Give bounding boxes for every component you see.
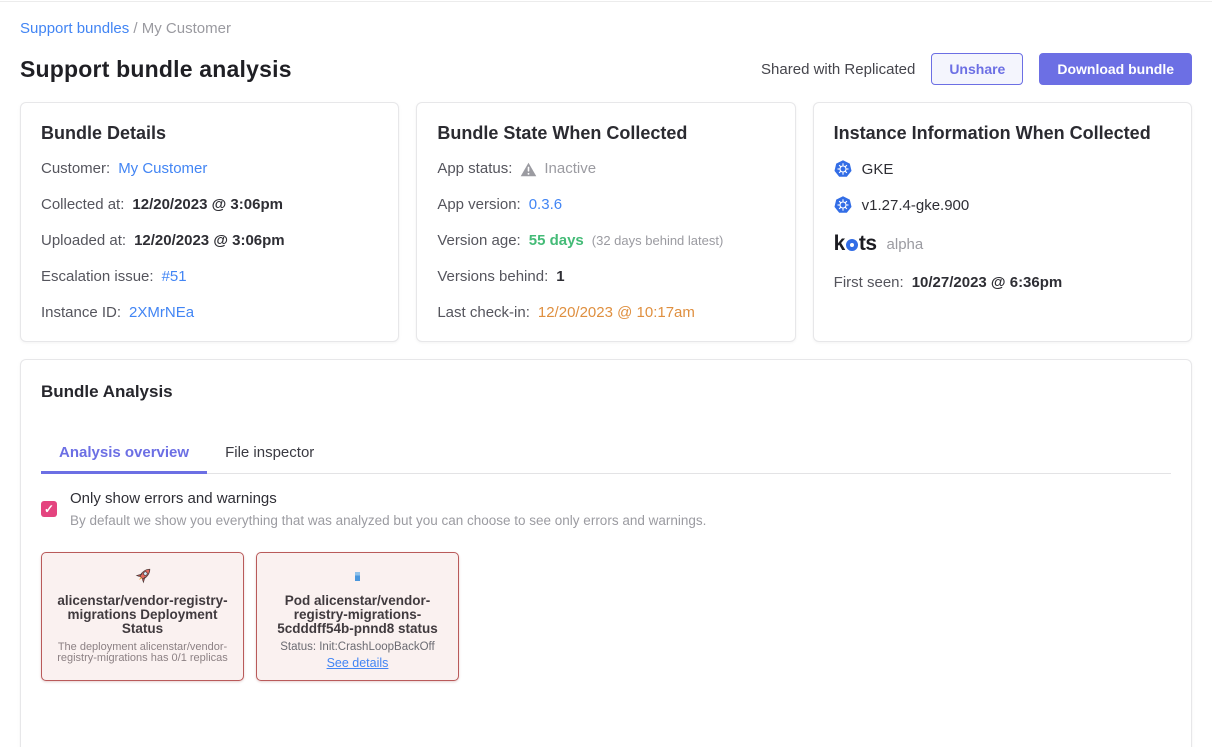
breadcrumb-support-bundles-link[interactable]: Support bundles (20, 20, 129, 37)
pod-status-error-card: Pod alicenstar/vendor-registry-migration… (256, 552, 459, 681)
first-seen-label: First seen: (834, 274, 904, 291)
broken-image-icon (355, 564, 360, 588)
first-seen-row: First seen: 10/27/2023 @ 6:36pm (834, 274, 1171, 291)
escalation-issue-link[interactable]: #51 (162, 268, 187, 285)
versions-behind-value: 1 (556, 268, 564, 285)
breadcrumb-separator: / (133, 20, 137, 37)
unshare-button[interactable]: Unshare (931, 53, 1023, 85)
uploaded-at-value: 12/20/2023 @ 3:06pm (134, 232, 285, 249)
instance-id-row: Instance ID: 2XMrNEa (41, 304, 378, 321)
tab-file-inspector[interactable]: File inspector (207, 436, 332, 473)
kots-logo-ts: ts (859, 232, 877, 256)
error-card-description: The deployment alicenstar/vendor-registr… (52, 642, 233, 663)
customer-label: Customer: (41, 160, 110, 177)
instance-id-link[interactable]: 2XMrNEa (129, 304, 194, 321)
instance-info-card: Instance Information When Collected (813, 102, 1192, 342)
bundle-analysis-title: Bundle Analysis (21, 360, 1191, 402)
version-age-row: Version age: 55 days (32 days behind lat… (437, 232, 774, 249)
filter-description: By default we show you everything that w… (70, 513, 706, 528)
checkmark-icon: ✓ (44, 503, 54, 515)
first-seen-value: 10/27/2023 @ 6:36pm (912, 274, 1063, 291)
app-version-row: App version: 0.3.6 (437, 196, 774, 213)
error-card-title: Pod alicenstar/vendor-registry-migration… (267, 594, 448, 636)
rocket-icon (132, 564, 154, 588)
breadcrumb: Support bundles / My Customer (20, 20, 1192, 37)
deployment-status-error-card: alicenstar/vendor-registry-migrations De… (41, 552, 244, 681)
escalation-issue-label: Escalation issue: (41, 268, 154, 285)
warning-icon (520, 162, 537, 177)
tab-analysis-overview[interactable]: Analysis overview (41, 436, 207, 473)
app-version-label: App version: (437, 196, 520, 213)
kots-logo-k: k (834, 232, 845, 256)
customer-row: Customer: My Customer (41, 160, 378, 177)
last-checkin-label: Last check-in: (437, 304, 530, 321)
error-card-status: Status: Init:CrashLoopBackOff (280, 641, 434, 653)
bundle-state-title: Bundle State When Collected (437, 123, 774, 144)
k8s-version-row: v1.27.4-gke.900 (834, 196, 1171, 214)
app-status-row: App status: Inactive (437, 160, 774, 177)
kubernetes-icon (834, 160, 852, 178)
kots-logo-o (846, 239, 858, 251)
distribution-value: GKE (862, 161, 894, 178)
kots-channel-value: alpha (887, 236, 924, 253)
version-age-note: (32 days behind latest) (592, 233, 724, 248)
analysis-tabs: Analysis overview File inspector (41, 436, 1171, 474)
k8s-version-value: v1.27.4-gke.900 (862, 197, 970, 214)
only-errors-checkbox[interactable]: ✓ (41, 501, 57, 517)
filter-text-block: Only show errors and warnings By default… (70, 490, 706, 528)
filter-label: Only show errors and warnings (70, 490, 706, 507)
bundle-details-title: Bundle Details (41, 123, 378, 144)
app-status-value: Inactive (544, 160, 596, 177)
shared-status-text: Shared with Replicated (761, 61, 915, 78)
error-card-title: alicenstar/vendor-registry-migrations De… (52, 594, 233, 636)
version-age-label: Version age: (437, 232, 520, 249)
kubernetes-icon (834, 196, 852, 214)
page-title: Support bundle analysis (20, 56, 292, 83)
instance-id-label: Instance ID: (41, 304, 121, 321)
app-version-link[interactable]: 0.3.6 (529, 196, 562, 213)
page-header: Support bundle analysis Shared with Repl… (20, 53, 1192, 85)
collected-at-label: Collected at: (41, 196, 124, 213)
uploaded-at-label: Uploaded at: (41, 232, 126, 249)
download-bundle-button[interactable]: Download bundle (1039, 53, 1192, 85)
customer-link[interactable]: My Customer (118, 160, 207, 177)
bundle-analysis-card: Bundle Analysis Analysis overview File i… (20, 359, 1192, 747)
top-divider (0, 0, 1212, 2)
kots-row: k ts alpha (834, 232, 1171, 256)
error-cards-row: alicenstar/vendor-registry-migrations De… (41, 552, 1171, 681)
last-checkin-row: Last check-in: 12/20/2023 @ 10:17am (437, 304, 774, 321)
app-status-label: App status: (437, 160, 512, 177)
header-actions: Shared with Replicated Unshare Download … (761, 53, 1192, 85)
breadcrumb-current: My Customer (142, 20, 231, 37)
collected-at-value: 12/20/2023 @ 3:06pm (132, 196, 283, 213)
versions-behind-row: Versions behind: 1 (437, 268, 774, 285)
last-checkin-value: 12/20/2023 @ 10:17am (538, 304, 695, 321)
instance-info-title: Instance Information When Collected (834, 123, 1171, 144)
support-bundle-page: Support bundles / My Customer Support bu… (0, 20, 1212, 747)
kots-logo-icon: k ts (834, 232, 877, 256)
version-age-value: 55 days (529, 232, 584, 249)
see-details-link[interactable]: See details (327, 656, 389, 670)
filter-row: ✓ Only show errors and warnings By defau… (41, 490, 1171, 528)
escalation-issue-row: Escalation issue: #51 (41, 268, 378, 285)
bundle-details-card: Bundle Details Customer: My Customer Col… (20, 102, 399, 342)
distribution-row: GKE (834, 160, 1171, 178)
bundle-state-card: Bundle State When Collected App status: … (416, 102, 795, 342)
collected-at-row: Collected at: 12/20/2023 @ 3:06pm (41, 196, 378, 213)
versions-behind-label: Versions behind: (437, 268, 548, 285)
info-cards-row: Bundle Details Customer: My Customer Col… (20, 102, 1192, 342)
uploaded-at-row: Uploaded at: 12/20/2023 @ 3:06pm (41, 232, 378, 249)
